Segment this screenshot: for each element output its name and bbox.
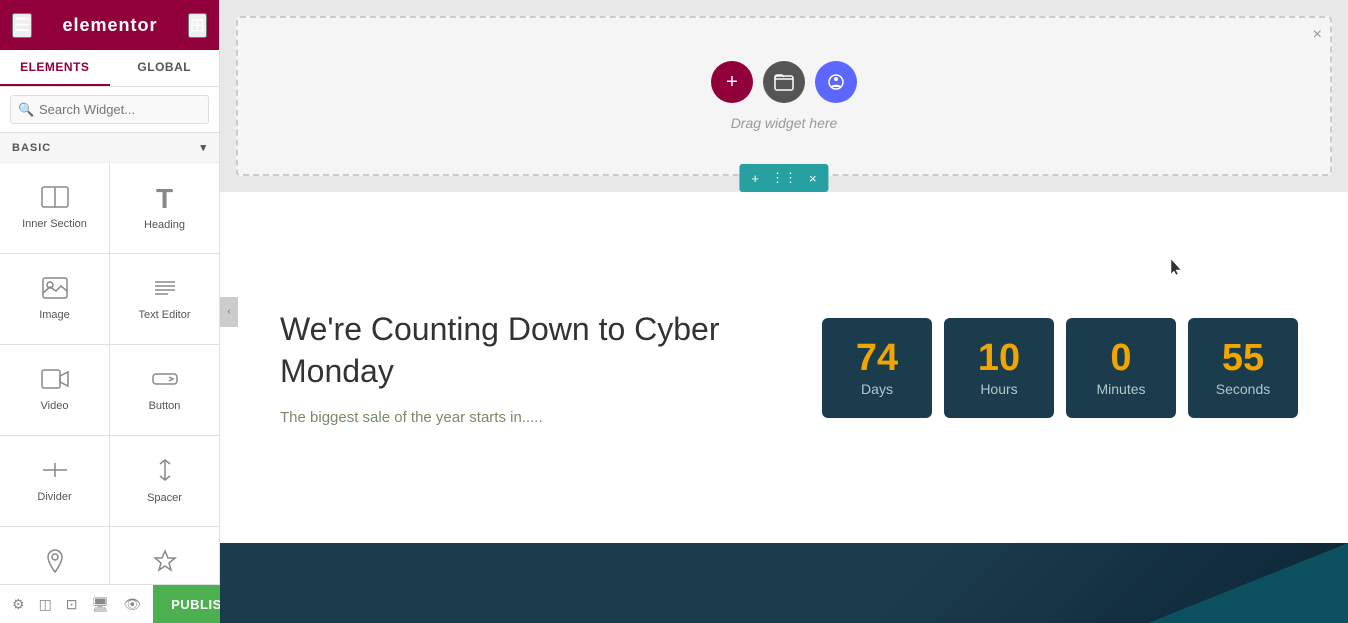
widget-spacer[interactable]: Spacer [110, 436, 219, 526]
tab-elements[interactable]: ELEMENTS [0, 50, 110, 86]
video-label: Video [41, 400, 69, 412]
countdown-text: We're Counting Down to Cyber Monday The … [280, 309, 782, 425]
toolbar-add-button[interactable]: + [745, 169, 765, 188]
divider-icon [41, 459, 69, 485]
spacer-label: Spacer [147, 492, 182, 504]
search-wrapper: 🔍 [10, 95, 209, 124]
hamburger-menu-button[interactable]: ☰ [12, 13, 32, 38]
text-editor-icon [152, 277, 178, 303]
widget-divider[interactable]: Divider [0, 436, 109, 526]
toolbar-close-button[interactable]: × [803, 169, 823, 188]
inner-section-label: Inner Section [22, 218, 87, 230]
add-element-button[interactable]: + [711, 61, 753, 103]
responsive-icon[interactable]: 🖥 [88, 592, 114, 617]
countdown-subtitle: The biggest sale of the year starts in..… [280, 409, 782, 426]
countdown-blocks: 74 Days 10 Hours 0 Minutes 55 Seconds [822, 318, 1298, 418]
widget-heading[interactable]: T Heading [110, 163, 219, 253]
countdown-block-days: 74 Days [822, 318, 932, 418]
widget-inner-section[interactable]: Inner Section [0, 163, 109, 253]
layers-icon[interactable]: ◫ [35, 592, 56, 617]
countdown-block-seconds: 55 Seconds [1188, 318, 1298, 418]
countdown-title: We're Counting Down to Cyber Monday [280, 309, 782, 392]
widget-text-editor[interactable]: Text Editor [110, 254, 219, 344]
preview-icon[interactable]: 👁 [119, 592, 145, 617]
tab-global[interactable]: GLOBAL [110, 50, 220, 86]
canvas-inner: × + Drag widget here + ⋮⋮ × ‹ [220, 0, 1348, 623]
navigator-icon[interactable]: ⊡ [62, 592, 82, 617]
footer-icons: ⚙ ◫ ⊡ 🖥 👁 [0, 585, 153, 623]
video-icon [41, 368, 69, 394]
countdown-section: We're Counting Down to Cyber Monday The … [220, 192, 1348, 543]
image-icon [42, 277, 68, 303]
toolbar-move-button[interactable]: ⋮⋮ [765, 168, 803, 188]
image-label: Image [39, 309, 70, 321]
elementor-logo: elementor [63, 15, 158, 36]
countdown-days-value: 74 [856, 339, 898, 377]
inner-section-icon [41, 186, 69, 212]
heading-label: Heading [144, 219, 185, 231]
sidebar-header: ☰ elementor ⊞ [0, 0, 219, 50]
apps-button[interactable] [815, 61, 857, 103]
search-container: 🔍 [0, 87, 219, 133]
heading-icon: T [156, 185, 173, 213]
countdown-hours-unit: Hours [980, 381, 1017, 397]
sidebar: ☰ elementor ⊞ ELEMENTS GLOBAL 🔍 BASIC ▾ … [0, 0, 220, 623]
widgets-grid: Inner Section T Heading Image Text Edito… [0, 163, 219, 584]
collapse-handle-button[interactable]: ‹ [220, 297, 238, 327]
countdown-hours-value: 10 [978, 339, 1020, 377]
countdown-minutes-unit: Minutes [1096, 381, 1145, 397]
section-category-label: BASIC ▾ [0, 133, 219, 163]
countdown-minutes-value: 0 [1110, 339, 1131, 377]
bottom-section [220, 543, 1348, 623]
collapse-icon[interactable]: ▾ [200, 141, 207, 154]
countdown-seconds-unit: Seconds [1216, 381, 1270, 397]
countdown-block-minutes: 0 Minutes [1066, 318, 1176, 418]
icon-widget-icon [153, 549, 177, 577]
button-icon [151, 368, 179, 394]
search-input[interactable] [10, 95, 209, 124]
drag-text: Drag widget here [731, 115, 838, 131]
google-maps-icon [43, 548, 67, 578]
main-canvas: × + Drag widget here + ⋮⋮ × ‹ [220, 0, 1348, 623]
widget-video[interactable]: Video [0, 345, 109, 435]
sidebar-tabs: ELEMENTS GLOBAL [0, 50, 219, 87]
sidebar-footer: ⚙ ◫ ⊡ 🖥 👁 PUBLISH ▲ [0, 584, 219, 623]
button-label: Button [149, 400, 181, 412]
settings-icon[interactable]: ⚙ [8, 592, 29, 617]
widget-google-maps[interactable]: Google Maps [0, 527, 109, 584]
bottom-triangle [1148, 543, 1348, 623]
divider-label: Divider [37, 491, 71, 503]
search-icon: 🔍 [18, 102, 34, 118]
countdown-block-hours: 10 Hours [944, 318, 1054, 418]
drop-zone-section: × + Drag widget here + ⋮⋮ × [236, 16, 1332, 176]
widget-icon[interactable]: Icon [110, 527, 219, 584]
spacer-icon [153, 458, 177, 486]
grid-apps-button[interactable]: ⊞ [188, 13, 207, 38]
section-toolbar: + ⋮⋮ × [739, 164, 828, 192]
text-editor-label: Text Editor [139, 309, 191, 321]
close-drop-zone-button[interactable]: × [1313, 26, 1322, 44]
countdown-days-unit: Days [861, 381, 893, 397]
widget-button[interactable]: Button [110, 345, 219, 435]
widget-image[interactable]: Image [0, 254, 109, 344]
drop-buttons: + [711, 61, 857, 103]
countdown-seconds-value: 55 [1222, 339, 1264, 377]
template-button[interactable] [763, 61, 805, 103]
